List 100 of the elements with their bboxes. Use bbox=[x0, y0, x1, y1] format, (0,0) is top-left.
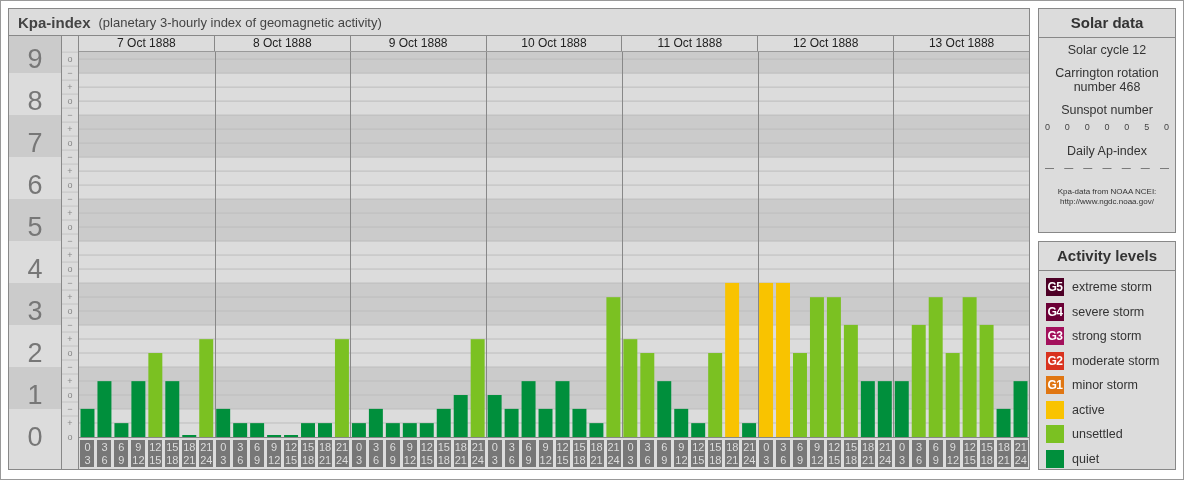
bar bbox=[860, 381, 875, 437]
bar bbox=[742, 423, 757, 437]
x-axis-label: 6 9 bbox=[521, 440, 536, 467]
level-label: strong storm bbox=[1072, 329, 1142, 343]
x-axis-label: 3 6 bbox=[233, 440, 248, 467]
date-label: 11 Oct 1888 bbox=[621, 36, 758, 51]
bar bbox=[165, 381, 180, 437]
x-axis-label: 9 12 bbox=[810, 440, 825, 467]
ap-index-label: Daily Ap-index bbox=[1067, 144, 1147, 158]
x-axis-label: 9 12 bbox=[267, 440, 282, 467]
scale-mark: + bbox=[67, 376, 73, 386]
level-badge: G5 bbox=[1046, 278, 1064, 296]
scale-mark: + bbox=[67, 166, 73, 177]
scale-mark: o bbox=[67, 180, 73, 191]
sunspot-label: Sunspot number bbox=[1061, 103, 1153, 117]
bar bbox=[691, 423, 706, 437]
bar bbox=[1013, 381, 1028, 437]
ap-index-value: — bbox=[1102, 163, 1112, 173]
scale-mark: − bbox=[67, 236, 73, 247]
x-axis-label: 21 24 bbox=[606, 440, 621, 467]
scale-mark: o bbox=[67, 390, 73, 400]
x-axis-label: 0 3 bbox=[487, 440, 502, 467]
scale-mark: + bbox=[67, 124, 73, 135]
x-axis-label: 12 15 bbox=[148, 440, 163, 467]
scale-mark: o bbox=[67, 306, 73, 317]
x-axis-label: 9 12 bbox=[538, 440, 553, 467]
panel-title: Activity levels bbox=[1039, 242, 1175, 271]
x-axis-label: 21 24 bbox=[199, 440, 214, 467]
scale-mark: o bbox=[67, 138, 73, 149]
sunspot-value: 0 bbox=[1045, 122, 1050, 132]
bar bbox=[80, 408, 95, 437]
date-label: 13 Oct 1888 bbox=[893, 36, 1029, 51]
bar bbox=[572, 408, 587, 437]
scale-mark: o bbox=[67, 222, 73, 233]
x-axis-label: 12 15 bbox=[419, 440, 434, 467]
y-axis-label: 5 bbox=[27, 212, 43, 243]
y-axis-label: 1 bbox=[27, 380, 43, 410]
ap-index-value: — bbox=[1159, 163, 1169, 173]
chart-title: Kpa-index bbox=[18, 13, 91, 31]
bar bbox=[877, 381, 892, 437]
x-axis-label: 12 15 bbox=[691, 440, 706, 467]
scale-mark: − bbox=[67, 404, 73, 414]
y-axis-label: 2 bbox=[27, 338, 43, 369]
source-link[interactable]: http://www.ngdc.noaa.gov/ bbox=[1060, 197, 1154, 207]
x-axis-label: 12 15 bbox=[555, 440, 570, 467]
carrington-text: Carrington rotation number 468 bbox=[1054, 66, 1160, 94]
date-label: 8 Oct 1888 bbox=[213, 36, 350, 51]
source-text: Kpa-data from NOAA NCEI: bbox=[1057, 187, 1157, 197]
x-axis-label: 0 3 bbox=[895, 440, 909, 467]
panel-title: Solar data bbox=[1039, 9, 1175, 38]
sunspot-value: 0 bbox=[1104, 122, 1110, 132]
ap-index-value: — bbox=[1121, 163, 1131, 173]
sunspot-value: 0 bbox=[1084, 122, 1090, 132]
x-axis-label: 15 18 bbox=[708, 440, 723, 467]
y-axis-label: 8 bbox=[27, 86, 43, 117]
scale-mark: o bbox=[67, 348, 73, 359]
x-axis-label: 15 18 bbox=[436, 440, 451, 467]
x-axis-label: 0 3 bbox=[352, 440, 366, 467]
bar bbox=[996, 408, 1011, 437]
ap-index-value: — bbox=[1140, 163, 1150, 173]
bar bbox=[250, 423, 265, 437]
ap-index-value: — bbox=[1064, 163, 1074, 173]
x-axis-label: 21 24 bbox=[470, 440, 485, 467]
scale-mark: − bbox=[67, 110, 73, 121]
x-axis-label: 3 6 bbox=[97, 440, 112, 467]
x-axis-label: 15 18 bbox=[165, 440, 180, 467]
date-label: 12 Oct 1888 bbox=[757, 36, 894, 51]
bar bbox=[385, 423, 400, 437]
scale-mark: o bbox=[67, 432, 73, 442]
x-axis-label: 6 9 bbox=[250, 440, 265, 467]
x-axis-label: 3 6 bbox=[640, 440, 655, 467]
x-axis-label: 18 21 bbox=[318, 440, 333, 467]
y-axis-label: 4 bbox=[27, 254, 43, 285]
bar bbox=[97, 381, 112, 437]
bar bbox=[368, 408, 383, 437]
level-label: severe storm bbox=[1072, 304, 1145, 319]
level-label: minor storm bbox=[1072, 378, 1138, 392]
x-axis-label: 6 9 bbox=[928, 440, 943, 467]
x-axis-label: 3 6 bbox=[776, 440, 791, 467]
x-axis-label: 3 6 bbox=[368, 440, 383, 467]
y-axis-label: 6 bbox=[27, 170, 43, 201]
y-axis-label: 7 bbox=[27, 128, 43, 159]
sunspot-value: 0 bbox=[1124, 122, 1130, 132]
x-axis-label: 15 18 bbox=[979, 440, 994, 467]
level-label: active bbox=[1072, 402, 1105, 417]
x-axis-label: 18 21 bbox=[725, 440, 740, 467]
bar bbox=[233, 423, 248, 437]
x-axis-label: 18 21 bbox=[861, 440, 876, 467]
scale-mark: + bbox=[67, 250, 73, 261]
x-axis-label: 21 24 bbox=[335, 440, 349, 467]
solar-cycle-text: Solar cycle 12 bbox=[1067, 43, 1147, 57]
x-axis-label: 6 9 bbox=[385, 440, 400, 467]
x-axis-label: 0 3 bbox=[80, 440, 95, 467]
x-axis-label: 3 6 bbox=[911, 440, 926, 467]
date-label: 10 Oct 1888 bbox=[485, 36, 622, 51]
ap-index-value: — bbox=[1045, 163, 1054, 173]
sunspot-value: 5 bbox=[1144, 122, 1150, 132]
bar bbox=[538, 408, 553, 437]
scale-mark: + bbox=[67, 418, 73, 428]
bar bbox=[351, 423, 366, 437]
